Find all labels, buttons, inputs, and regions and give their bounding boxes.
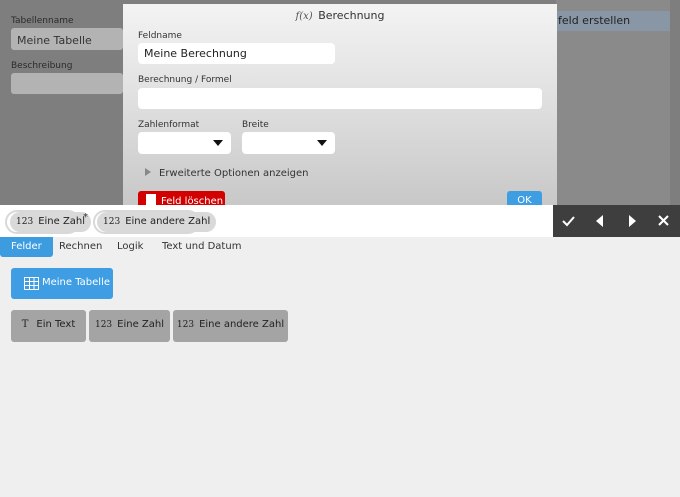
table-icon (24, 277, 39, 290)
dropdown-caret-icon (317, 140, 327, 146)
delete-field-button[interactable]: Feld löschen (138, 191, 225, 205)
delete-field-label: Feld löschen (161, 196, 224, 205)
description-label: Beschreibung (11, 61, 73, 71)
close-icon (658, 215, 669, 226)
advanced-options-label: Erweiterte Optionen anzeigen (159, 168, 309, 179)
field-name-input[interactable] (138, 43, 335, 64)
calculation-dialog: f(x) Berechnung Feldname Berechnung / Fo… (123, 4, 557, 205)
table-button[interactable]: Meine Tabelle (11, 268, 113, 299)
dialog-title: f(x) Berechnung (123, 9, 557, 22)
formula-token[interactable]: 123 Eine Zahl (10, 212, 92, 232)
close-button[interactable] (648, 205, 679, 237)
field-button-eine-andere-zahl[interactable]: 123 Eine andere Zahl (173, 310, 288, 342)
formula-label: Berechnung / Formel (138, 75, 232, 85)
caret-left-icon (596, 215, 603, 227)
tab-rechnen[interactable]: Rechnen (48, 237, 113, 257)
number-type-icon: 123 (16, 217, 34, 227)
number-type-icon: 123 (103, 217, 121, 227)
advanced-options-toggle[interactable]: Erweiterte Optionen anzeigen (145, 168, 309, 179)
table-button-label: Meine Tabelle (42, 277, 111, 288)
field-picker: Felder Rechnen Logik Text und Datum Mein… (0, 237, 680, 497)
formula-token[interactable]: 123 Eine andere Zahl (97, 212, 217, 232)
disclosure-triangle-icon (145, 168, 151, 176)
function-icon: f(x) (295, 11, 313, 22)
text-type-icon: T (21, 319, 29, 330)
field-button-label: Eine Zahl (117, 319, 165, 330)
caret-right-icon (629, 215, 636, 227)
tab-text-und-datum[interactable]: Text und Datum (151, 237, 252, 257)
field-button-label: Ein Text (36, 319, 76, 330)
check-icon (562, 216, 575, 227)
tab-felder[interactable]: Felder (0, 237, 53, 257)
number-type-icon: 123 (94, 320, 113, 330)
previous-button[interactable] (584, 205, 615, 237)
ok-button[interactable]: OK (507, 191, 542, 205)
width-label: Breite (242, 120, 269, 130)
number-type-icon: 123 (176, 320, 195, 330)
number-format-select[interactable] (138, 132, 231, 154)
number-format-label: Zahlenformat (138, 120, 200, 130)
description-field[interactable] (11, 73, 123, 94)
dialog-title-text: Berechnung (318, 9, 385, 22)
formula-operator[interactable]: * (83, 212, 88, 223)
table-name-field[interactable]: Meine Tabelle (11, 28, 123, 50)
formula-input[interactable] (138, 88, 542, 109)
trash-icon (146, 194, 156, 205)
formula-token-label: Eine andere Zahl (125, 216, 211, 227)
dropdown-caret-icon (213, 140, 223, 146)
formula-actions (553, 205, 680, 237)
table-name-label: Tabellenname (11, 16, 74, 26)
tab-logik[interactable]: Logik (106, 237, 154, 257)
confirm-button[interactable] (553, 205, 584, 237)
next-button[interactable] (616, 205, 647, 237)
formula-token-label: Eine Zahl (38, 216, 86, 227)
field-name-label: Feldname (138, 31, 182, 41)
field-button-label: Eine andere Zahl (199, 319, 285, 330)
create-field-button[interactable]: feld erstellen (556, 11, 670, 31)
field-button-ein-text[interactable]: T Ein Text (11, 310, 86, 342)
width-select[interactable] (242, 132, 335, 154)
field-button-eine-zahl[interactable]: 123 Eine Zahl (89, 310, 170, 342)
